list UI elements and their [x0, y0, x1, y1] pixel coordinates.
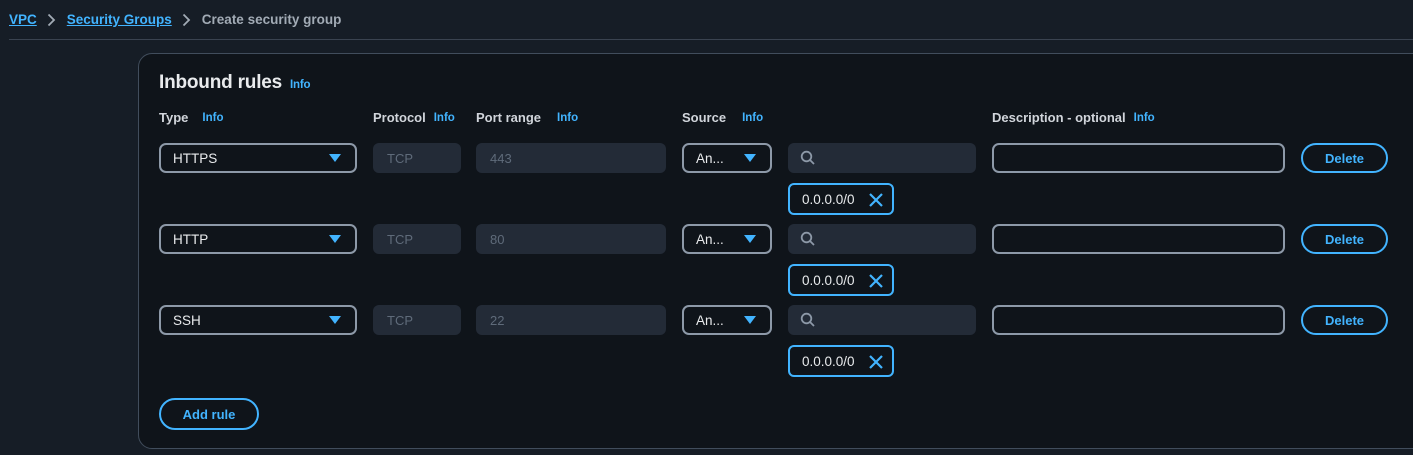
- column-header-type: Type Info: [159, 110, 223, 125]
- type-select-value: SSH: [173, 312, 201, 328]
- caret-down-icon: [329, 154, 341, 162]
- breadcrumb: VPC Security Groups Create security grou…: [9, 0, 1413, 40]
- protocol-field: TCP: [373, 224, 461, 254]
- close-icon[interactable]: [868, 354, 884, 370]
- info-link-source[interactable]: Info: [742, 112, 763, 124]
- delete-button[interactable]: Delete: [1301, 143, 1388, 173]
- source-select-value: An...: [696, 231, 724, 247]
- column-header-protocol: Protocol Info: [373, 110, 455, 125]
- source-select[interactable]: An...: [682, 224, 772, 254]
- protocol-field: TCP: [373, 143, 461, 173]
- delete-button[interactable]: Delete: [1301, 305, 1388, 335]
- column-header-port-range: Port range Info: [476, 110, 578, 125]
- close-icon[interactable]: [868, 273, 884, 289]
- caret-down-icon: [744, 235, 756, 243]
- info-link-description[interactable]: Info: [1134, 112, 1155, 124]
- cidr-token-label: 0.0.0.0/0: [802, 272, 855, 288]
- port-range-field: 443: [476, 143, 666, 173]
- source-search-input[interactable]: [788, 224, 976, 254]
- panel-title: Inbound rules: [159, 72, 283, 93]
- port-range-field: 80: [476, 224, 666, 254]
- source-select[interactable]: An...: [682, 143, 772, 173]
- chevron-right-icon: [37, 13, 67, 27]
- type-select-value: HTTP: [173, 231, 209, 247]
- info-link-port-range[interactable]: Info: [557, 112, 578, 124]
- column-label-description: Description - optional: [992, 110, 1126, 125]
- description-input[interactable]: [992, 305, 1285, 335]
- close-icon[interactable]: [868, 192, 884, 208]
- source-search-input[interactable]: [788, 305, 976, 335]
- cidr-token: 0.0.0.0/0: [788, 183, 894, 215]
- description-input[interactable]: [992, 224, 1285, 254]
- column-header-description: Description - optional Info: [992, 110, 1155, 125]
- cidr-token: 0.0.0.0/0: [788, 345, 894, 377]
- info-link-inbound-rules[interactable]: Info: [290, 79, 310, 91]
- caret-down-icon: [329, 316, 341, 324]
- rule-row: HTTP TCP 80 An... Delete 0.0.0.0/0: [139, 224, 1413, 296]
- chevron-right-icon: [172, 13, 202, 27]
- type-select[interactable]: HTTPS: [159, 143, 357, 173]
- rule-row: HTTPS TCP 443 An... Delete 0.0.0.0/0: [139, 143, 1413, 215]
- caret-down-icon: [744, 316, 756, 324]
- column-label-source: Source: [682, 110, 727, 125]
- breadcrumb-current: Create security group: [201, 12, 342, 27]
- add-rule-button[interactable]: Add rule: [159, 398, 259, 430]
- description-input[interactable]: [992, 143, 1285, 173]
- source-select-value: An...: [696, 312, 724, 328]
- source-select[interactable]: An...: [682, 305, 772, 335]
- column-header-source: Source Info: [682, 110, 763, 125]
- search-icon: [800, 150, 815, 165]
- caret-down-icon: [744, 154, 756, 162]
- info-link-type[interactable]: Info: [202, 112, 223, 124]
- breadcrumb-vpc-link[interactable]: VPC: [9, 12, 37, 27]
- type-select-value: HTTPS: [173, 150, 218, 166]
- protocol-field: TCP: [373, 305, 461, 335]
- delete-button[interactable]: Delete: [1301, 224, 1388, 254]
- column-label-type: Type: [159, 110, 189, 125]
- column-label-protocol: Protocol: [373, 110, 426, 125]
- cidr-token-label: 0.0.0.0/0: [802, 353, 855, 369]
- panel-header: Inbound rules Info: [159, 72, 310, 94]
- caret-down-icon: [329, 235, 341, 243]
- cidr-token: 0.0.0.0/0: [788, 264, 894, 296]
- inbound-rules-panel: Inbound rules Info Type Info Protocol In…: [138, 53, 1413, 449]
- info-link-protocol[interactable]: Info: [434, 112, 455, 124]
- column-label-port-range: Port range: [476, 110, 542, 125]
- breadcrumb-security-groups-link[interactable]: Security Groups: [67, 12, 172, 27]
- source-search-input[interactable]: [788, 143, 976, 173]
- type-select[interactable]: HTTP: [159, 224, 357, 254]
- rule-row: SSH TCP 22 An... Delete 0.0.0.0/0: [139, 305, 1413, 377]
- search-icon: [800, 231, 815, 246]
- cidr-token-label: 0.0.0.0/0: [802, 191, 855, 207]
- port-range-field: 22: [476, 305, 666, 335]
- type-select[interactable]: SSH: [159, 305, 357, 335]
- source-select-value: An...: [696, 150, 724, 166]
- search-icon: [800, 312, 815, 327]
